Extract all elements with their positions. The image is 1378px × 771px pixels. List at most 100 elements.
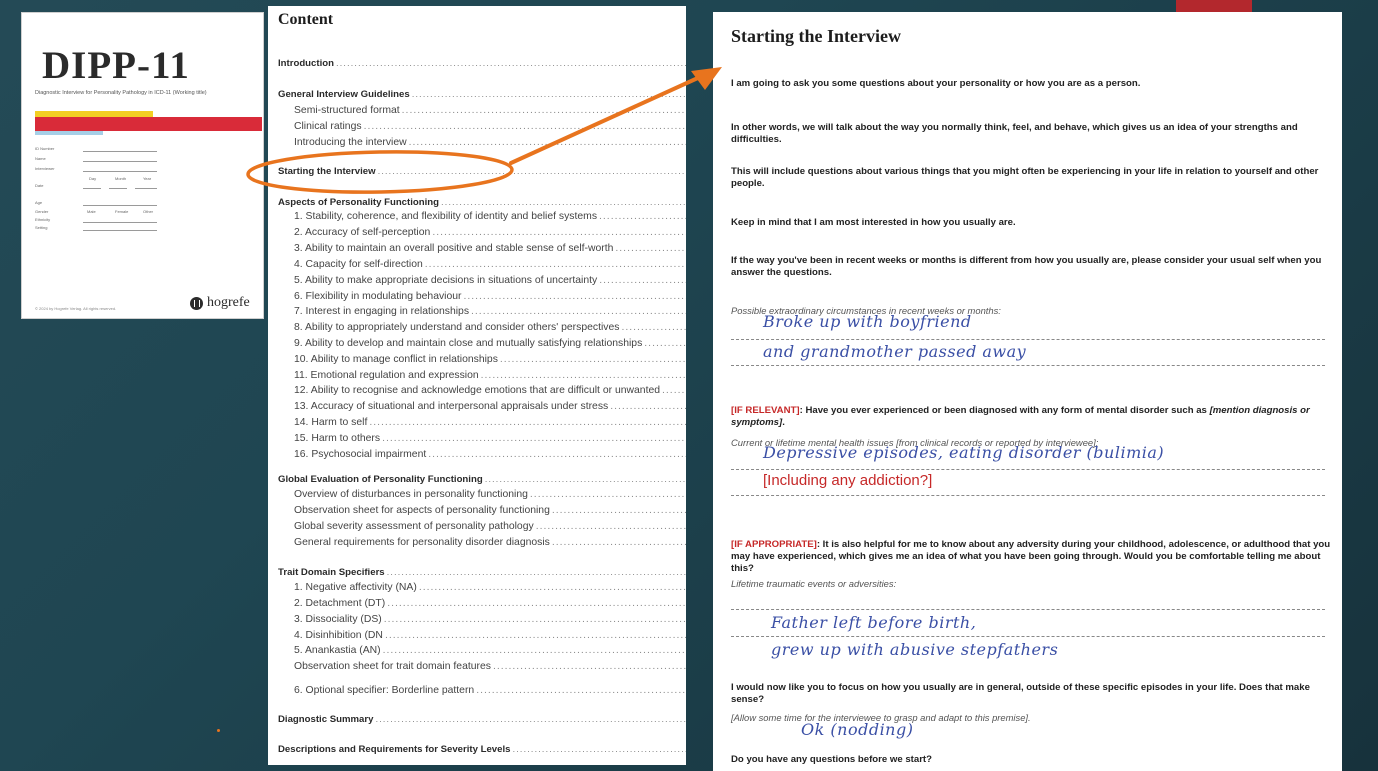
form-label: Age <box>35 200 43 205</box>
addiction-note: [Including any addiction?] <box>763 472 933 489</box>
toc-global-evaluation[interactable]: Global Evaluation of Personality Functio… <box>278 474 686 490</box>
form-label: Name <box>35 156 46 161</box>
form-label: Other <box>143 209 154 214</box>
toc-guideline-item[interactable]: Introducing the interview <box>294 137 686 153</box>
handwritten-answer: Broke up with boyfriend <box>763 312 972 331</box>
toc-trait-item[interactable]: 6. Optional specifier: Borderline patter… <box>294 685 686 701</box>
toc-global-item[interactable]: Global severity assessment of personalit… <box>294 521 686 537</box>
toc-aspect-item[interactable]: 15. Harm to others <box>294 433 686 449</box>
toc-aspect-item[interactable]: 13. Accuracy of situational and interper… <box>294 401 686 417</box>
toc-aspect-item[interactable]: 4. Capacity for self-direction <box>294 259 686 275</box>
toc-aspect-item[interactable]: 3. Ability to maintain an overall positi… <box>294 243 686 259</box>
answer-line <box>731 469 1325 470</box>
toc-label: 16. Psychosocial impairment <box>294 449 427 460</box>
cover-red-stripe <box>35 117 262 131</box>
toc-trait-item[interactable]: 5. Anankastia (AN) <box>294 645 686 661</box>
toc-global-item[interactable]: Observation sheet for aspects of persona… <box>294 505 686 521</box>
toc-trait-item[interactable]: Observation sheet for trait domain featu… <box>294 661 686 677</box>
toc-label: Overview of disturbances in personality … <box>294 489 528 500</box>
toc-label: 3. Ability to maintain an overall positi… <box>294 243 614 254</box>
toc-label: 5. Ability to make appropriate decisions… <box>294 275 598 286</box>
form-label: Month <box>115 176 127 181</box>
if-appropriate-text: : It is also helpful for me to know abou… <box>731 539 1331 574</box>
toc-label: 1. Negative affectivity (NA) <box>294 582 417 593</box>
answer-line <box>731 365 1325 366</box>
toc-label: 10. Ability to manage conflict in relati… <box>294 354 498 365</box>
form-label: Female <box>115 209 129 214</box>
toc-label: 15. Harm to others <box>294 433 381 444</box>
toc-general-guidelines[interactable]: General Interview Guidelines <box>278 89 686 105</box>
toc-aspect-item[interactable]: 7. Interest in engaging in relationships <box>294 306 686 322</box>
toc-trait-item[interactable]: 1. Negative affectivity (NA) <box>294 582 686 598</box>
toc-trait-item[interactable]: 2. Detachment (DT) <box>294 598 686 614</box>
toc-guideline-item[interactable]: Semi-structured format <box>294 105 686 121</box>
toc-global-item[interactable]: General requirements for personality dis… <box>294 537 686 553</box>
toc-trait-item[interactable]: 3. Dissociality (DS) <box>294 614 686 630</box>
if-relevant-period: . <box>782 417 785 428</box>
toc-aspect-item[interactable]: 9. Ability to develop and maintain close… <box>294 338 686 354</box>
form-label: Year <box>143 176 152 181</box>
form-label: Day <box>89 176 97 181</box>
if-appropriate-tag: [IF APPROPRIATE] <box>731 539 817 550</box>
toc-guideline-item[interactable]: Clinical ratings <box>294 121 686 137</box>
handwritten-answer: Depressive episodes, eating disorder (bu… <box>763 443 1165 462</box>
form-line <box>83 230 157 231</box>
form-label: Ethnicity <box>35 217 51 222</box>
toc-label: Starting the Interview <box>278 166 376 177</box>
toc-starting-interview[interactable]: Starting the Interview <box>278 166 686 182</box>
toc-aspect-item[interactable]: 14. Harm to self <box>294 417 686 433</box>
cover-title: DIPP-11 <box>42 44 190 87</box>
form-line <box>83 151 157 152</box>
toc-introduction[interactable]: Introduction <box>278 58 686 74</box>
interview-heading: Starting the Interview <box>731 26 901 46</box>
manual-cover: DIPP-11 Diagnostic Interview for Persona… <box>21 12 264 319</box>
toc-label: 6. Optional specifier: Borderline patter… <box>294 685 475 696</box>
toc-aspect-item[interactable]: 1. Stability, coherence, and flexibility… <box>294 211 686 227</box>
toc-heading: Content <box>278 11 334 28</box>
toc-label: Trait Domain Specifiers <box>278 567 385 578</box>
handwritten-answer: Father left before birth, <box>771 613 977 632</box>
toc-trait-domains[interactable]: Trait Domain Specifiers <box>278 567 686 583</box>
toc-aspect-item[interactable]: 10. Ability to manage conflict in relati… <box>294 354 686 370</box>
toc-aspect-item[interactable]: 12. Ability to recognise and acknowledge… <box>294 385 686 401</box>
answer-line <box>731 609 1325 610</box>
form-label: Date <box>35 183 44 188</box>
form-label: ID Number <box>35 146 55 151</box>
interview-paragraph: Keep in mind that I am most interested i… <box>731 217 1016 228</box>
if-relevant-tag: [IF RELEVANT] <box>731 405 800 416</box>
form-label: Gender <box>35 209 49 214</box>
toc-aspect-item[interactable]: 5. Ability to make appropriate decisions… <box>294 275 686 291</box>
toc-label: 4. Disinhibition (DN <box>294 630 383 641</box>
decorative-dot <box>217 729 220 732</box>
focus-question: I would now like you to focus on how you… <box>731 682 1310 705</box>
toc-trait-item[interactable]: 4. Disinhibition (DN <box>294 630 686 646</box>
hogrefe-logo-icon <box>190 296 203 310</box>
form-line <box>83 205 157 206</box>
form-line <box>109 188 127 189</box>
toc-aspect-item[interactable]: 11. Emotional regulation and expression <box>294 370 686 386</box>
toc-label: 8. Ability to appropriately understand a… <box>294 322 620 333</box>
toc-aspect-item[interactable]: 2. Accuracy of self-perception <box>294 227 686 243</box>
toc-label: 4. Capacity for self-direction <box>294 259 423 270</box>
toc-severity-descriptions[interactable]: Descriptions and Requirements for Severi… <box>278 744 686 760</box>
toc-global-item[interactable]: Overview of disturbances in personality … <box>294 489 686 505</box>
if-appropriate-question: [IF APPROPRIATE]: It is also helpful for… <box>731 539 1331 575</box>
form-line <box>83 188 101 189</box>
publisher-name: hogrefe <box>207 295 250 310</box>
toc-label: General requirements for personality dis… <box>294 537 550 548</box>
toc-label: 2. Detachment (DT) <box>294 598 386 609</box>
interview-page: Starting the Interview I am going to ask… <box>713 12 1342 771</box>
toc-diagnostic-summary[interactable]: Diagnostic Summary <box>278 714 686 730</box>
toc-label: Global severity assessment of personalit… <box>294 521 534 532</box>
cover-blue-stripe <box>35 131 103 135</box>
interview-paragraph: I am going to ask you some questions abo… <box>731 78 1141 89</box>
toc-aspect-item[interactable]: 6. Flexibility in modulating behaviour <box>294 291 686 307</box>
form-line <box>83 222 157 223</box>
toc-aspect-item[interactable]: 8. Ability to appropriately understand a… <box>294 322 686 338</box>
cover-copyright: © 2024 by Hogrefe Verlag. All rights res… <box>35 306 117 311</box>
toc-aspect-item[interactable]: 16. Psychosocial impairment <box>294 449 686 465</box>
toc-label: Introduction <box>278 58 334 69</box>
if-relevant-text: : Have you ever experienced or been diag… <box>799 405 1210 416</box>
toc-label: Diagnostic Summary <box>278 714 374 725</box>
trauma-label: Lifetime traumatic events or adversities… <box>731 578 897 589</box>
